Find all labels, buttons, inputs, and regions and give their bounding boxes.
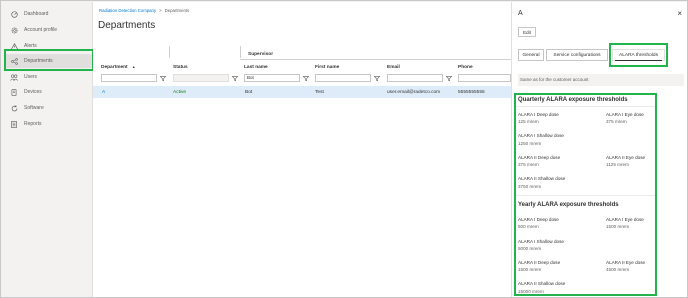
column-header-last-name[interactable]: Last name — [244, 65, 268, 70]
sidebar: Dashboard Account profile Alerts Departm… — [2, 2, 93, 297]
cell-last-name: Bot — [245, 89, 253, 95]
breadcrumb-company-link[interactable]: Radiation Detection Company — [99, 8, 156, 13]
sidebar-item-label: Dashboard — [24, 11, 49, 17]
cell-department[interactable]: A — [102, 90, 105, 95]
filter-funnel-icon[interactable] — [446, 76, 452, 81]
highlight-box-thresholds — [514, 93, 657, 296]
cell-phone: 5555555555 — [458, 89, 485, 95]
highlight-box-departments — [4, 49, 94, 71]
filter-funnel-icon[interactable] — [374, 76, 380, 81]
cell-email: user.email@radetco.com — [387, 89, 441, 95]
sidebar-item-label: Software — [24, 105, 44, 111]
detail-panel: A × Edit General Service configurations … — [511, 2, 687, 297]
sidebar-item-label: Devices — [24, 89, 42, 95]
same-as-customer-note: Same as for the customer account — [518, 74, 684, 86]
column-divider — [240, 46, 241, 58]
app-window: Dashboard Account profile Alerts Departm… — [0, 0, 688, 298]
gear-icon — [8, 27, 20, 34]
sidebar-item-account-profile[interactable]: Account profile — [6, 23, 92, 37]
report-icon — [8, 120, 20, 128]
filter-email-input[interactable] — [387, 74, 443, 82]
breadcrumb-separator: > — [159, 8, 162, 13]
column-header-phone[interactable]: Phone — [458, 65, 473, 70]
filter-department-input[interactable] — [101, 74, 157, 82]
device-icon — [8, 88, 20, 96]
sidebar-item-devices[interactable]: Devices — [6, 85, 92, 99]
filter-funnel-icon[interactable] — [160, 76, 166, 81]
cell-status: Active — [173, 89, 187, 95]
sidebar-item-dashboard[interactable]: Dashboard — [6, 7, 92, 21]
panel-title: A — [518, 10, 523, 17]
users-icon — [8, 74, 20, 81]
column-header-department[interactable]: Department ▲ — [101, 65, 135, 70]
sidebar-item-label: Reports — [24, 121, 42, 127]
sidebar-item-software[interactable]: Software — [6, 101, 92, 115]
filter-funnel-icon[interactable] — [232, 76, 238, 81]
filter-status-input[interactable] — [173, 74, 229, 82]
sort-ascending-icon: ▲ — [132, 65, 136, 69]
breadcrumb-current: Departments — [164, 8, 190, 13]
sidebar-item-reports[interactable]: Reports — [6, 117, 92, 131]
sidebar-item-users[interactable]: Users — [6, 70, 92, 84]
edit-button[interactable]: Edit — [518, 27, 536, 37]
column-divider — [169, 46, 170, 58]
tab-service-configurations[interactable]: Service configurations — [546, 49, 608, 61]
sidebar-item-label: Users — [24, 74, 38, 80]
group-header-underline — [240, 59, 511, 60]
filter-first-name-input[interactable] — [315, 74, 371, 82]
filter-last-name-input[interactable]: Bot — [244, 74, 300, 82]
tab-general[interactable]: General — [518, 49, 544, 61]
table-row[interactable] — [93, 86, 511, 98]
filter-funnel-icon[interactable] — [303, 76, 309, 81]
column-header-first-name[interactable]: First name — [315, 65, 339, 70]
sidebar-item-label: Account profile — [24, 27, 58, 33]
supervisor-group-header: Supervisor — [248, 52, 274, 57]
cell-first-name: Test — [315, 89, 324, 95]
close-icon[interactable]: × — [677, 9, 682, 18]
highlight-box-alara-tab — [609, 43, 668, 67]
page-title: Departments — [98, 20, 156, 31]
filter-phone-input[interactable] — [458, 74, 511, 82]
main-content: Radiation Detection Company > Department… — [93, 2, 511, 297]
dashboard-gauge-icon — [8, 10, 20, 18]
column-header-email[interactable]: Email — [387, 65, 400, 70]
refresh-icon — [8, 104, 20, 112]
column-header-status[interactable]: Status — [173, 65, 188, 70]
breadcrumb: Radiation Detection Company > Department… — [99, 8, 189, 13]
